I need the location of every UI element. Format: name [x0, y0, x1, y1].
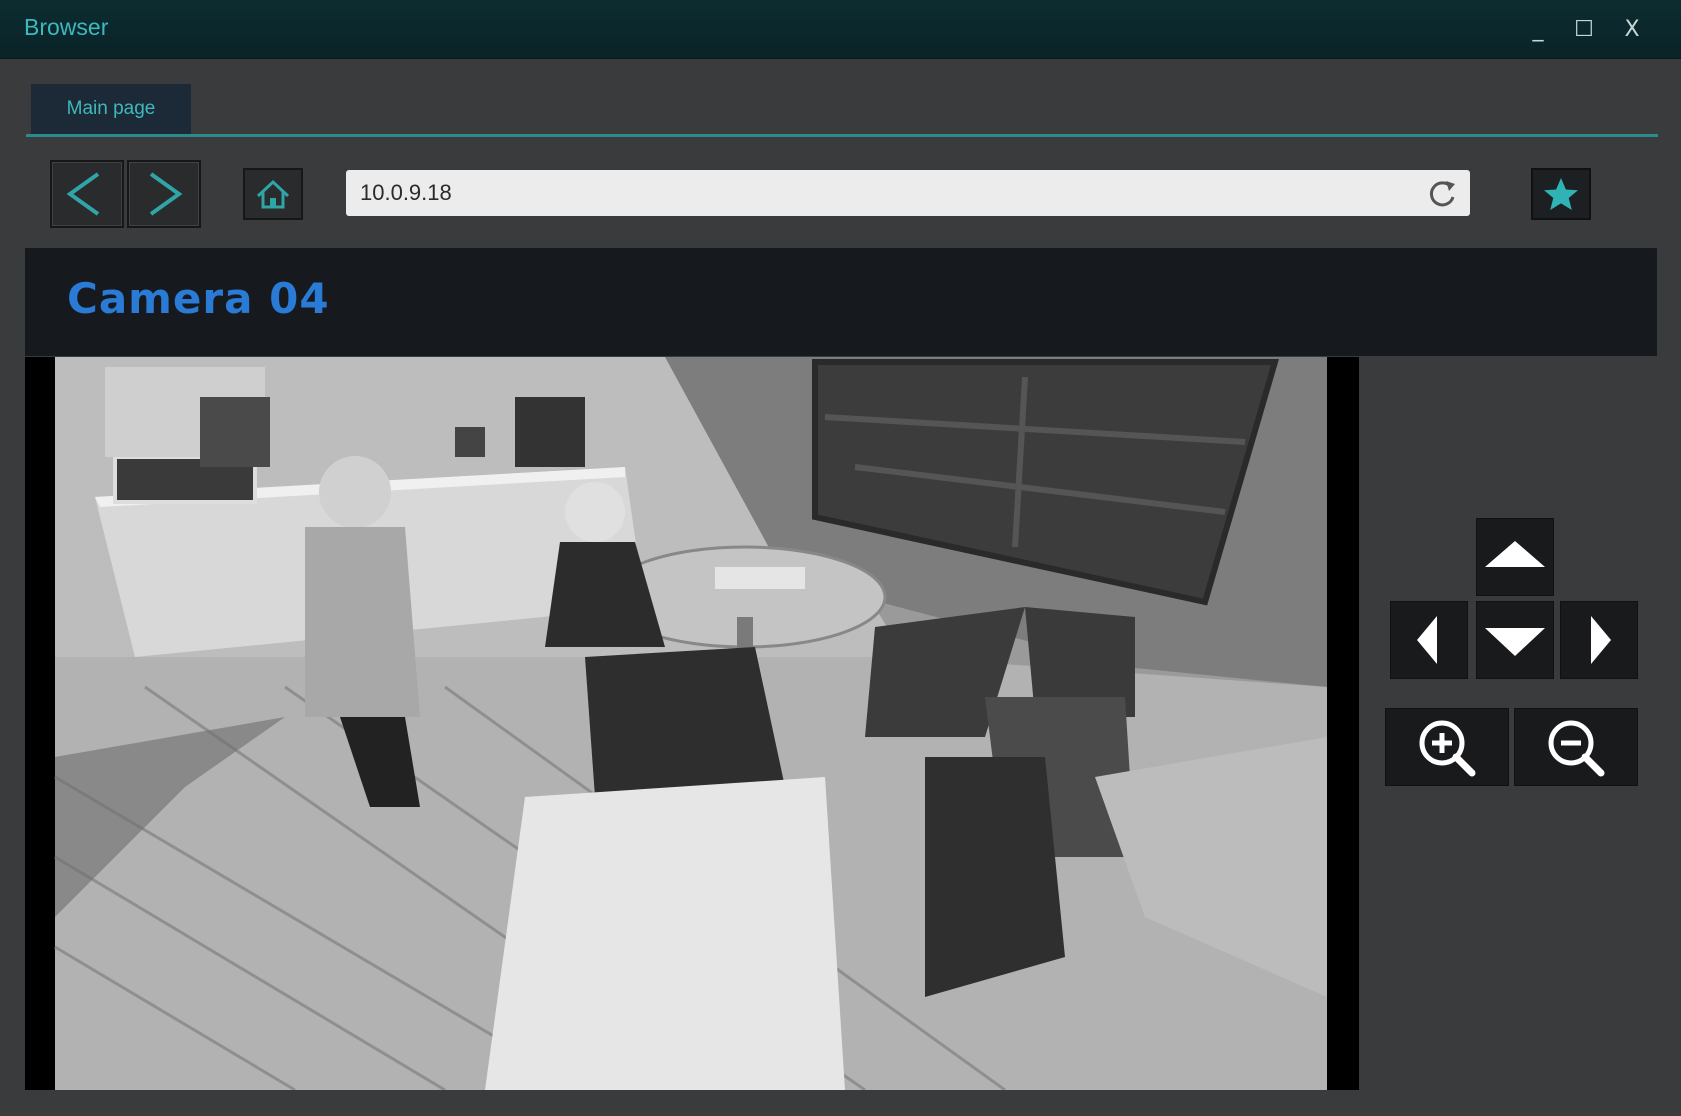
tab-main-page[interactable]: Main page: [31, 84, 191, 134]
zoom-out-icon: [1548, 720, 1605, 777]
triangle-left-icon: [1417, 616, 1437, 664]
tab-divider: [26, 134, 1658, 137]
camera-feed-image: [25, 357, 1359, 1090]
pan-up-button[interactable]: [1476, 518, 1554, 596]
pan-right-button[interactable]: [1560, 601, 1638, 679]
title-bar: Browser _ ☐ X: [0, 0, 1681, 59]
page-header: Camera 04: [25, 248, 1657, 356]
back-button[interactable]: [50, 160, 124, 228]
url-input[interactable]: 10.0.9.18: [360, 180, 452, 206]
zoom-in-button[interactable]: [1385, 708, 1509, 786]
pan-down-button[interactable]: [1476, 601, 1554, 679]
triangle-up-icon: [1485, 541, 1545, 567]
zoom-out-button[interactable]: [1514, 708, 1638, 786]
reload-icon[interactable]: [1424, 175, 1460, 211]
favorite-button[interactable]: [1531, 168, 1591, 220]
home-icon: [256, 179, 290, 209]
zoom-in-icon: [1419, 720, 1476, 777]
window-title: Browser: [24, 14, 109, 40]
triangle-down-icon: [1485, 628, 1545, 656]
chevron-right-icon: [149, 172, 183, 216]
triangle-right-icon: [1591, 616, 1611, 664]
browser-window: Browser _ ☐ X Main page 10.0.9.18 Camera…: [0, 0, 1681, 1116]
minimize-button[interactable]: _: [1520, 12, 1556, 48]
address-bar[interactable]: 10.0.9.18: [346, 170, 1470, 216]
maximize-button[interactable]: ☐: [1566, 12, 1602, 48]
page-title: Camera 04: [67, 274, 330, 323]
pan-left-button[interactable]: [1390, 601, 1468, 679]
chevron-left-icon: [66, 172, 100, 216]
star-icon: [1544, 178, 1578, 210]
home-button[interactable]: [243, 168, 303, 220]
camera-feed: [25, 357, 1359, 1090]
forward-button[interactable]: [127, 160, 201, 228]
close-button[interactable]: X: [1614, 12, 1650, 48]
